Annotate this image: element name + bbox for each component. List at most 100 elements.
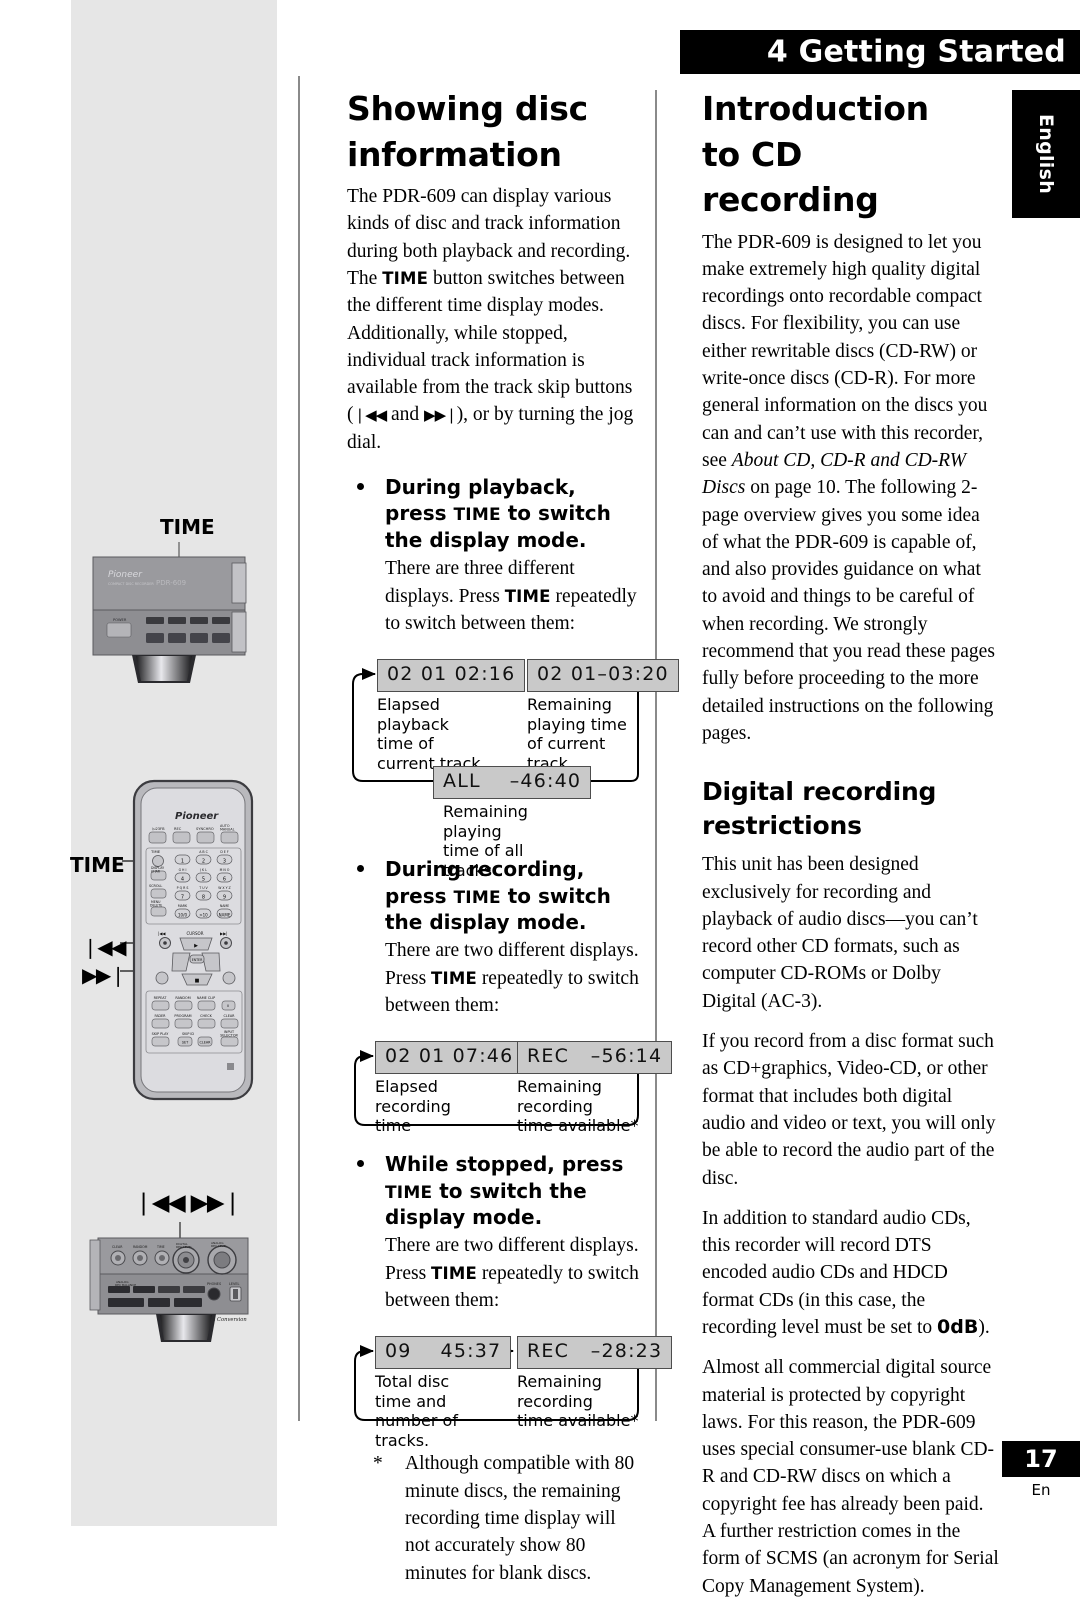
restrictions-paragraph-1: This unit has been designed exclusively … [702,854,978,1012]
illustration-remote-control: TIME ❘◀◀ ▶▶❘ Pioneer \u23FB REC SYNCHRO … [62,775,277,1105]
skip-forward-icon: ▶▶❘ [424,406,458,425]
front-panel-skip-icons: ❘◀◀ ▶▶❘ [134,1190,242,1216]
lcd-caption: Remaining recording time available* [517,1372,639,1431]
svg-text:LEVEL: LEVEL [229,1282,239,1286]
svg-text:PROGRAM: PROGRAM [174,1014,191,1018]
language-tab-label: English [1035,113,1057,195]
right-column-title: Introduction to CD recording [702,89,929,220]
intro-text-3: and [386,404,425,426]
bullet-playback-time: TIME [453,505,501,526]
svg-text:SET: SET [182,1041,189,1045]
svg-text:CLEAR: CLEAR [112,1245,123,1249]
bullet-stopped: While stopped, press TIME to switch the … [347,1151,642,1314]
svg-text:NAME: NAME [220,904,229,908]
flow-node-elapsed-recording: 02 01 07:46 Elapsed recording time [375,1041,524,1136]
column-divider-middle [655,90,657,1421]
intro-cd-text-b: on page 10. The following 2-page overvie… [702,477,995,744]
svg-text:G H I: G H I [179,868,187,872]
restrictions-paragraph-4: Almost all commercial digital source mat… [702,1357,999,1597]
bullet-playback: During playback, press TIME to switch th… [347,474,642,637]
svg-text:RANDOM: RANDOM [133,1245,148,1249]
page-number-bar: 17 [1002,1441,1080,1477]
svg-text:▶: ▶ [194,943,198,949]
lcd-display: ALL –46:40 [433,766,592,799]
right-column: Introduction to CD recording The PDR-609… [702,86,999,1613]
svg-text:FADER: FADER [154,1014,166,1018]
lcd-display: REC –28:23 [517,1336,673,1370]
svg-text:■: ■ [195,978,200,984]
svg-text:9: 9 [223,895,226,901]
lcd-display: 02 01–03:20 [527,659,679,692]
bullet-dot-icon [357,865,364,873]
time-button-ref: TIME [382,268,429,288]
flow-node-total-disc-time: 09 45:37 Total disc time and number of t… [375,1336,512,1450]
bullet-playback-body: There are three different displays. Pres… [385,555,642,637]
svg-text:6: 6 [223,877,226,883]
svg-text:MANUAL: MANUAL [220,828,235,832]
svg-text:▶▶|: ▶▶| [220,931,228,936]
intro-cd-recording: The PDR-609 is designed to let you make … [702,229,999,748]
lcd-caption: Elapsed playback time of current track [377,694,481,773]
front-panel-drawing: Pioneer COMPACT DISC RECORDER PDR-609 PO… [92,542,247,683]
intro-paragraph: The PDR-609 can display various kinds of… [347,183,642,456]
bullet-recording-heading: During recording, press TIME to switch t… [385,856,642,935]
svg-text:SYNCHRO: SYNCHRO [196,827,214,831]
flow-node-remaining-track: 02 01–03:20 Remaining playing time of cu… [527,659,679,773]
svg-text:POWER: POWER [113,618,127,622]
restrictions-paragraph-2: If you record from a disc format such as… [702,1031,996,1189]
svg-text:D E F: D E F [220,850,228,854]
svg-text:II: II [227,1004,229,1008]
svg-text:REC LEVEL: REC LEVEL [211,1244,228,1248]
svg-text:PHONES: PHONES [207,1282,221,1286]
svg-text:ENTER: ENTER [192,958,203,962]
lcd-caption: Elapsed recording time [375,1077,451,1136]
bullet-stopped-heading: While stopped, press TIME to switch the … [385,1151,642,1230]
page-language-code: En [1031,1481,1051,1499]
svg-text:REC LEVEL: REC LEVEL [176,1245,193,1249]
svg-text:CHECK: CHECK [200,1014,212,1018]
svg-text:REC BALANCE: REC BALANCE [115,1283,136,1287]
svg-text:J K L: J K L [199,868,207,872]
digital-recording-restrictions-title: Digital recording restrictions [702,777,937,841]
lcd-display: REC –56:14 [517,1041,673,1075]
svg-text:NAME: NAME [219,913,231,918]
svg-text:5: 5 [202,877,205,883]
svg-text:MARK: MARK [178,904,188,908]
skip-back-icon: ❘◀◀ [353,406,388,425]
intro-cd-text-a: The PDR-609 is designed to let you make … [702,231,988,471]
svg-text:PDR-609: PDR-609 [156,579,186,587]
bullet-recording-body-time: TIME [431,968,477,988]
svg-text:2: 2 [202,859,205,865]
lcd-caption: Remaining recording time available* [517,1077,639,1136]
svg-text:NAME CLIP: NAME CLIP [197,996,215,1000]
bullet-recording-time: TIME [453,887,501,908]
lcd-caption: Remaining playing time of current track [527,694,627,773]
svg-text:REC: REC [174,827,182,831]
left-column: Showing disc information The PDR-609 can… [347,86,679,1587]
illustration-front-panel-skip: ❘◀◀ ▶▶❘ CLEAR RANDOM TIME DIGITAL REC LE… [78,1190,273,1360]
zero-db-ref: 0dB [937,1315,979,1338]
svg-text:TIME: TIME [156,1245,165,1249]
restrictions-p3-a: In addition to standard audio CDs, this … [702,1207,971,1338]
svg-text:A B C: A B C [199,850,208,854]
flow-node-elapsed-playback: 02 01 02:16 Elapsed playback time of cur… [377,659,526,773]
footnote-text: Although compatible with 80 minute discs… [405,1453,635,1584]
page-title: Showing disc information [347,89,588,174]
svg-text:TIME: TIME [150,849,161,854]
bullet-playback-heading: During playback, press TIME to switch th… [385,474,642,553]
svg-text:1: 1 [181,859,184,865]
manual-page: 4 Getting Started English Showing disc i… [0,0,1080,1597]
svg-text:CLEAR: CLEAR [223,1014,235,1018]
svg-text:DELETE: DELETE [150,903,162,907]
chapter-header-bar: 4 Getting Started [680,30,1080,74]
svg-text:CHAR: CHAR [151,869,161,873]
front-panel-time-label: TIME [160,515,215,539]
svg-text:SKIP PLAY: SKIP PLAY [152,1032,170,1036]
restrictions-p3-b: ). [978,1316,990,1338]
footnote: * Although compatible with 80 minute dis… [347,1450,642,1586]
svg-text:8: 8 [202,895,205,901]
remote-time-label: TIME [70,853,125,877]
bullet-dot-icon [357,483,364,491]
flow-node-remaining-available: REC –28:23 Remaining recording time avai… [517,1336,673,1431]
bullet-stopped-heading-a: While stopped, press [385,1152,624,1177]
